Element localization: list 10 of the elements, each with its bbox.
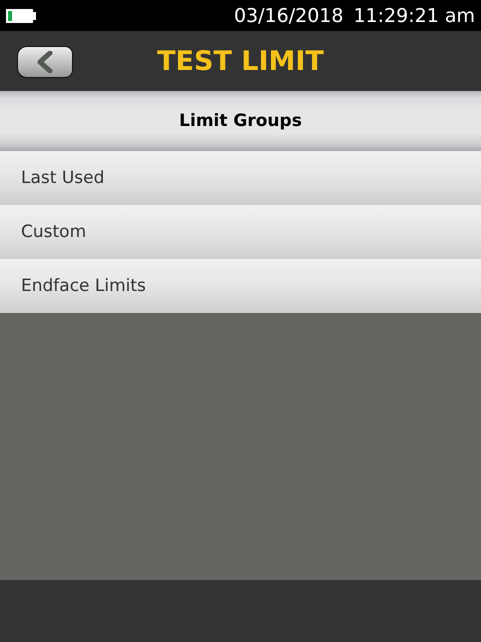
back-button[interactable] [17, 46, 73, 78]
battery-icon [6, 8, 36, 24]
section-title: Limit Groups [179, 111, 302, 131]
list-item[interactable]: Custom [0, 205, 481, 259]
status-date: 03/16/2018 [234, 4, 344, 26]
list-item[interactable]: Endface Limits [0, 259, 481, 313]
screen-title: TEST LIMIT [157, 46, 324, 76]
chevron-left-icon [35, 51, 55, 73]
list-item[interactable]: Last Used [0, 151, 481, 205]
status-time: 11:29:21 am [353, 4, 475, 26]
